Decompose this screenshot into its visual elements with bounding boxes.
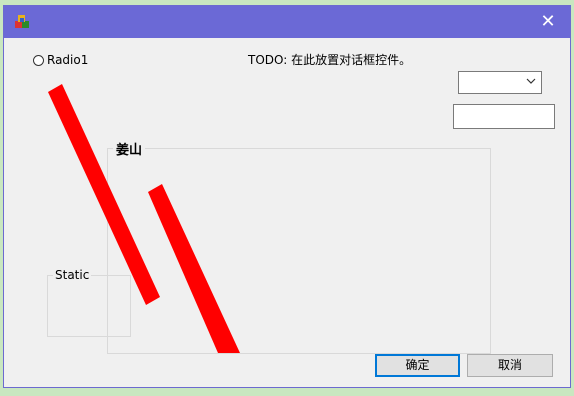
ok-button[interactable]: 确定 (375, 354, 460, 377)
red-slash-left (48, 84, 160, 305)
cancel-button[interactable]: 取消 (467, 354, 553, 377)
red-slash-drawing (48, 84, 240, 353)
red-slash-right (148, 184, 240, 353)
dialog-window: ✕ Radio1 TODO: 在此放置对话框控件。 姜山 Static 确定 取… (3, 5, 571, 388)
